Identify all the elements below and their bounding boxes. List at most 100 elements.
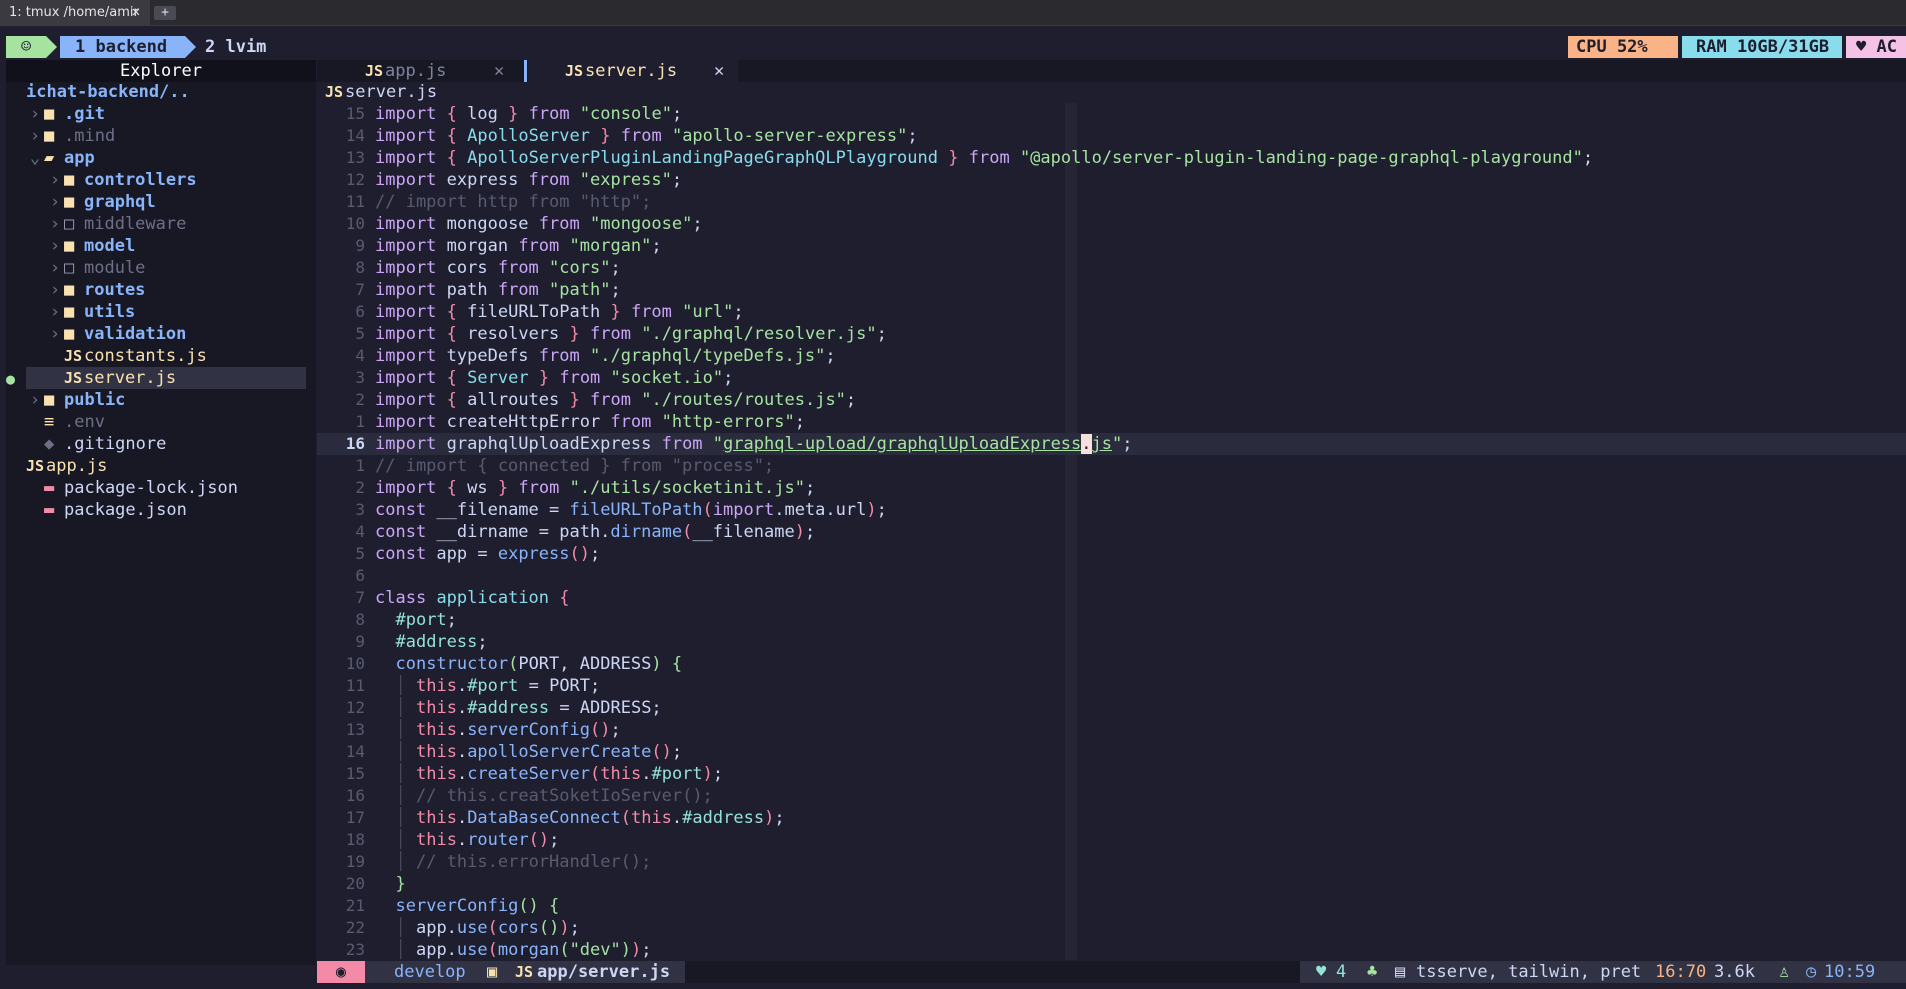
explorer-root-path[interactable]: ichat-backend/.. xyxy=(26,81,190,103)
chevron-right-icon: › xyxy=(29,126,41,146)
folder-icon: ■ xyxy=(64,236,75,256)
tree-item-git[interactable]: › ■ .git xyxy=(26,103,105,125)
code-line: 3 const __filename = fileURLToPath(import… xyxy=(355,500,887,520)
code-line: 5 import { resolvers } from "./graphql/re… xyxy=(355,324,887,344)
clock-icon: ◷ xyxy=(1806,962,1817,982)
linux-icon: ♙ xyxy=(1779,962,1790,982)
tmux-cpu-status: CPU 52% xyxy=(1568,36,1678,58)
code-line: 8 import cors from "cors"; xyxy=(355,258,621,278)
javascript-file-icon: JS xyxy=(64,347,83,365)
tmux-window-1[interactable]: 1 backend xyxy=(60,36,185,58)
chevron-right-icon: › xyxy=(49,324,61,344)
code-line: 22 │ app.use(cors()); xyxy=(345,918,580,938)
code-line: 17 │ this.DataBaseConnect(this.#address)… xyxy=(345,808,785,828)
chevron-right-icon: › xyxy=(49,236,61,256)
code-line: 15 import { log } from "console"; xyxy=(345,104,683,124)
lsp-icon: ▤ xyxy=(1395,962,1406,982)
code-line: 3 import { Server } from "socket.io"; xyxy=(355,368,734,388)
chevron-right-icon: › xyxy=(49,170,61,190)
javascript-file-icon: JS xyxy=(365,62,384,80)
tree-item-constants-js[interactable]: JS constants.js xyxy=(46,345,207,367)
code-line: 12 import express from "express"; xyxy=(345,170,683,190)
code-line: 1 import createHttpError from "http-error… xyxy=(355,412,805,432)
javascript-file-icon: JS xyxy=(26,457,45,475)
tree-item-middleware[interactable]: › □ middleware xyxy=(46,213,186,235)
tree-item-graphql[interactable]: › ■ graphql xyxy=(46,191,156,213)
text-cursor: . xyxy=(1081,434,1092,454)
tmux-ram-status: RAM 10GB/31GB xyxy=(1682,36,1842,58)
tree-item-package-json[interactable]: ▬ package.json xyxy=(26,499,187,521)
tree-item-module[interactable]: › □ module xyxy=(46,257,146,279)
powerline-separator xyxy=(185,36,196,58)
code-line: 13 │ this.serverConfig(); xyxy=(345,720,621,740)
close-tab-icon[interactable]: ✕ xyxy=(714,60,724,82)
tree-item-validation[interactable]: › ■ validation xyxy=(46,323,186,345)
code-line: 23 │ app.use(morgan("dev")); xyxy=(345,940,652,960)
folder-icon: ■ xyxy=(44,126,55,146)
code-line: 9 import morgan from "morgan"; xyxy=(355,236,662,256)
tree-item-app[interactable]: ⌄ ▰ app xyxy=(26,147,95,169)
status-file-path: app/server.js xyxy=(537,962,671,982)
tree-item-public[interactable]: › ■ public xyxy=(26,389,126,411)
active-tab-indicator xyxy=(524,60,527,82)
tree-item-package-lock-json[interactable]: ▬ package-lock.json xyxy=(26,477,238,499)
code-line: 7 import path from "path"; xyxy=(355,280,621,300)
code-line: 11// import http from "http"; xyxy=(345,192,652,212)
chevron-right-icon: › xyxy=(49,214,61,234)
code-line: 15 │ this.createServer(this.#port); xyxy=(345,764,724,784)
tree-item-model[interactable]: › ■ model xyxy=(46,235,135,257)
lsp-clients: tsserve, tailwin, pret xyxy=(1416,962,1642,982)
tree-item-utils[interactable]: › ■ utils xyxy=(46,301,135,323)
tree-item-routes[interactable]: › ■ routes xyxy=(46,279,146,301)
close-tab-icon[interactable]: ✕ xyxy=(494,60,504,82)
tmux-power-status: ♥ AC xyxy=(1846,36,1906,58)
tree-item-mind[interactable]: › ■ .mind xyxy=(26,125,115,147)
tree-item-controllers[interactable]: › ■ controllers xyxy=(46,169,197,191)
javascript-file-icon: JS xyxy=(325,83,344,101)
code-line: 6 import { fileURLToPath } from "url"; xyxy=(355,302,744,322)
code-line: 5 const app = express(); xyxy=(355,544,601,564)
window-tab-title: 1: tmux /home/amir xyxy=(9,5,139,20)
tree-item-app-js[interactable]: JS app.js xyxy=(26,455,107,477)
mode-indicator-icon: ◉ xyxy=(317,961,365,983)
diagnostics-count[interactable]: 4 xyxy=(1336,961,1346,983)
tmux-mode-icon: ☺ xyxy=(6,36,46,58)
folder-open-icon: ▰ xyxy=(44,148,55,168)
code-line: 2 import { allroutes } from "./routes/rou… xyxy=(355,390,857,410)
tree-item-env[interactable]: ≡ .env xyxy=(26,411,105,433)
tree-item-gitignore[interactable]: ◆ .gitignore xyxy=(26,433,166,455)
tmux-window-2[interactable]: 2 lvim xyxy=(200,36,310,58)
code-line: 1// import { connected } from "process"; xyxy=(355,456,775,476)
code-line: 21 serverConfig() { xyxy=(345,896,560,916)
tab-app-js[interactable]: JS app.js xyxy=(365,60,446,82)
code-line: 4 import typeDefs from "./graphql/typeDef… xyxy=(355,346,836,366)
lightbulb-icon[interactable]: ● xyxy=(6,370,15,388)
tab-server-js[interactable]: JS server.js xyxy=(565,60,677,82)
cursor-position: 16:70 xyxy=(1655,962,1707,982)
file-size: 3.6k xyxy=(1714,962,1755,982)
current-code-line: 16 import graphqlUploadExpress from "grap… xyxy=(317,433,1906,455)
code-line: 18 │ this.router(); xyxy=(345,830,560,850)
chevron-right-icon: › xyxy=(29,390,41,410)
folder-icon: ■ xyxy=(64,192,75,212)
code-line: 10 constructor(PORT, ADDRESS) { xyxy=(345,654,683,674)
tree-item-server-js[interactable]: JS server.js xyxy=(26,367,306,389)
new-tab-button[interactable]: + xyxy=(154,6,176,20)
code-editor[interactable]: 15 import { log } from "console"; 14 impor… xyxy=(317,103,1906,960)
close-tab-icon[interactable]: ✕ xyxy=(128,0,144,25)
code-line: 14 import { ApolloServer } from "apollo-s… xyxy=(345,126,918,146)
code-line: 6 xyxy=(355,566,365,585)
folder-icon: ■ xyxy=(64,302,75,322)
code-line: 16 │ // this.creatSoketIoServer(); xyxy=(345,786,713,806)
chevron-right-icon: › xyxy=(49,258,61,278)
code-line: 19 │ // this.errorHandler(); xyxy=(345,852,652,872)
settings-file-icon: ≡ xyxy=(44,412,55,432)
javascript-file-icon: JS xyxy=(515,963,534,981)
code-line: 7 class application { xyxy=(355,588,570,608)
winbar: JS server.js xyxy=(325,82,438,102)
folder-icon: ■ xyxy=(64,324,75,344)
git-branch-name[interactable]: develop xyxy=(394,961,466,983)
powerline-separator xyxy=(46,36,57,58)
code-line: 20 } xyxy=(345,874,406,894)
folder-icon: ■ xyxy=(64,280,75,300)
